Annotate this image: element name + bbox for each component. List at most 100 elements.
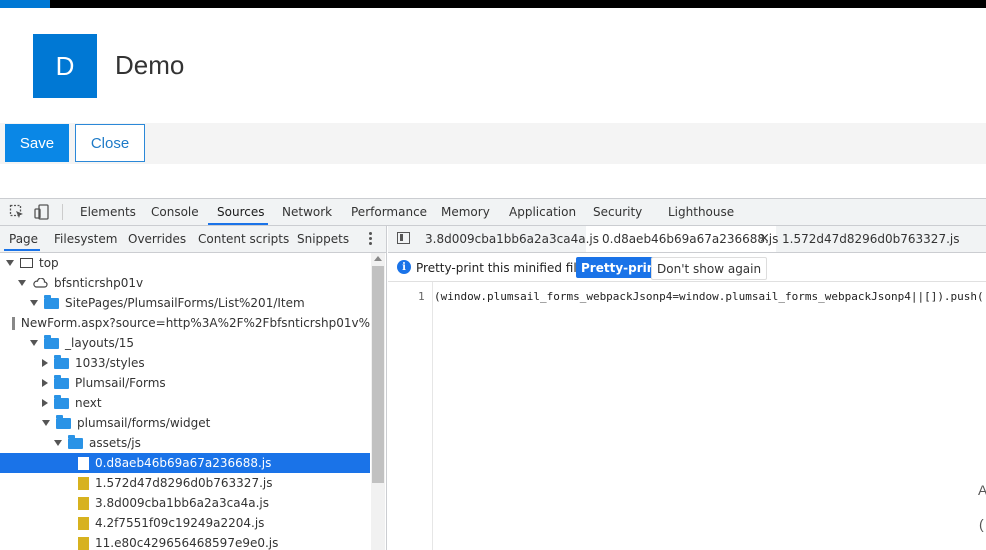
tab-console[interactable]: Console — [151, 205, 199, 219]
edge-glyph: ( — [979, 516, 984, 532]
tab-sources[interactable]: Sources — [217, 205, 264, 219]
tree-item-label: SitePages/PlumsailForms/List%201/Item — [65, 296, 305, 310]
code-line[interactable]: (window.plumsail_forms_webpackJsonp4=win… — [434, 290, 986, 303]
more-options-icon[interactable] — [369, 232, 373, 246]
navigator-tab-page[interactable]: Page — [9, 232, 38, 246]
folder-icon — [54, 354, 69, 369]
toolbar-divider — [62, 204, 63, 220]
site-logo[interactable]: D — [33, 34, 97, 98]
site-title[interactable]: Demo — [115, 50, 184, 81]
site-logo-letter: D — [55, 50, 75, 81]
expand-arrow-down-icon[interactable] — [6, 260, 14, 266]
tree-item[interactable]: 3.8d009cba1bb6a2a3ca4a.js — [0, 493, 370, 513]
tree-item[interactable]: 11.e80c429656468597e9e0.js — [0, 533, 370, 550]
tree-item-label: assets/js — [89, 436, 141, 450]
tree-item-label: next — [75, 396, 102, 410]
folder-icon — [44, 334, 59, 349]
tree-item-label: plumsail/forms/widget — [77, 416, 211, 430]
folder-icon — [54, 394, 69, 409]
js-file-icon — [78, 536, 89, 550]
gutter-divider — [432, 282, 433, 550]
tree-item[interactable]: plumsail/forms/widget — [0, 413, 370, 433]
tab-security[interactable]: Security — [593, 205, 642, 219]
folder-icon — [56, 414, 71, 429]
expand-arrow-down-icon[interactable] — [54, 440, 62, 446]
tree-item-label: 11.e80c429656468597e9e0.js — [95, 536, 279, 550]
inspect-element-icon[interactable] — [9, 204, 25, 220]
tree-item-label: top — [39, 256, 59, 270]
tree-scrollbar[interactable] — [371, 253, 385, 550]
folder-icon — [44, 294, 59, 309]
navigator-tab-snippets[interactable]: Snippets — [297, 232, 349, 246]
expand-arrow-down-icon[interactable] — [30, 340, 38, 346]
tab-application[interactable]: Application — [509, 205, 576, 219]
close-tab-icon[interactable]: × — [759, 231, 770, 246]
file-tree: top bfsnticrshp01v SitePages/PlumsailForms… — [0, 253, 370, 550]
navigator-active-indicator — [4, 249, 40, 251]
pretty-print-infobar: i Pretty-print this minified file? Prett… — [388, 253, 986, 282]
tab-elements[interactable]: Elements — [80, 205, 136, 219]
tree-item[interactable]: next — [0, 393, 370, 413]
file-tab-active[interactable]: 0.d8aeb46b69a67a236688.js — [602, 232, 778, 246]
tree-item[interactable]: top — [0, 253, 370, 273]
scroll-up-arrow-icon[interactable] — [374, 256, 382, 261]
editor-pane: 3.8d009cba1bb6a2a3ca4a.js 0.d8aeb46b69a6… — [388, 226, 986, 550]
tab-network[interactable]: Network — [282, 205, 332, 219]
site-header: D Demo — [0, 8, 986, 123]
tree-item[interactable]: 4.2f7551f09c19249a2204.js — [0, 513, 370, 533]
js-file-icon — [78, 456, 89, 470]
save-button[interactable]: Save — [5, 124, 69, 162]
devtools-panel: Elements Console Sources Network Performance… — [0, 198, 986, 550]
tab-performance[interactable]: Performance — [351, 205, 427, 219]
tree-item[interactable]: assets/js — [0, 433, 370, 453]
scrollbar-thumb[interactable] — [372, 266, 384, 483]
tree-item[interactable]: Plumsail/Forms — [0, 373, 370, 393]
devtools-main-tabs: Elements Console Sources Network Performance… — [0, 199, 986, 226]
toggle-navigator-icon[interactable] — [397, 232, 410, 244]
tree-item-label: _layouts/15 — [65, 336, 135, 350]
tree-item-label: NewForm.aspx?source=http%3A%2F%2Fbfsntic… — [20, 316, 370, 330]
folder-icon — [54, 374, 69, 389]
tab-memory[interactable]: Memory — [441, 205, 490, 219]
navigator-tab-content-scripts[interactable]: Content scripts — [198, 232, 289, 246]
tree-item[interactable]: 1.572d47d8296d0b763327.js — [0, 473, 370, 493]
expand-arrow-down-icon[interactable] — [42, 420, 50, 426]
app-launcher-accent[interactable] — [0, 0, 50, 8]
navigator-tabs: Page Filesystem Overrides Content scripts Sn… — [0, 226, 386, 253]
tree-item[interactable]: 1033/styles — [0, 353, 370, 373]
expand-arrow-right-icon[interactable] — [42, 359, 48, 367]
navigator-tab-filesystem[interactable]: Filesystem — [54, 232, 117, 246]
tree-item[interactable]: NewForm.aspx?source=http%3A%2F%2Fbfsntic… — [0, 313, 370, 333]
cloud-icon — [33, 278, 48, 288]
navigator-tab-overrides[interactable]: Overrides — [128, 232, 186, 246]
file-icon — [12, 316, 15, 330]
tree-item[interactable]: SitePages/PlumsailForms/List%201/Item — [0, 293, 370, 313]
expand-arrow-down-icon[interactable] — [30, 300, 38, 306]
file-tab[interactable]: 3.8d009cba1bb6a2a3ca4a.js — [425, 232, 599, 246]
tree-item-label: 1.572d47d8296d0b763327.js — [95, 476, 273, 490]
close-button[interactable]: Close — [75, 124, 145, 162]
tree-item-label: 0.d8aeb46b69a67a236688.js — [95, 456, 272, 470]
device-toolbar-icon[interactable] — [34, 204, 50, 220]
tree-item[interactable]: _layouts/15 — [0, 333, 370, 353]
code-editor[interactable]: 1 (window.plumsail_forms_webpackJsonp4=w… — [388, 282, 986, 550]
sources-navigator: Page Filesystem Overrides Content scripts Sn… — [0, 226, 387, 550]
infobar-message: Pretty-print this minified file? — [416, 261, 591, 275]
expand-arrow-right-icon[interactable] — [42, 399, 48, 407]
tree-item[interactable]: bfsnticrshp01v — [0, 273, 370, 293]
suite-bar — [0, 0, 986, 8]
expand-arrow-right-icon[interactable] — [42, 379, 48, 387]
dont-show-again-button[interactable]: Don't show again — [651, 257, 768, 280]
file-tab[interactable]: 1.572d47d8296d0b763327.js — [782, 232, 959, 246]
info-icon: i — [397, 260, 411, 274]
form-command-bar: Save Close — [0, 123, 986, 164]
active-tab-indicator — [208, 223, 268, 225]
js-file-icon — [78, 496, 89, 510]
tree-item-label: 4.2f7551f09c19249a2204.js — [95, 516, 265, 530]
line-number: 1 — [418, 290, 425, 303]
tab-lighthouse[interactable]: Lighthouse — [668, 205, 734, 219]
expand-arrow-down-icon[interactable] — [18, 280, 26, 286]
tree-item-label: 3.8d009cba1bb6a2a3ca4a.js — [95, 496, 269, 510]
folder-icon — [68, 434, 83, 449]
tree-item-selected[interactable]: 0.d8aeb46b69a67a236688.js — [0, 453, 370, 473]
